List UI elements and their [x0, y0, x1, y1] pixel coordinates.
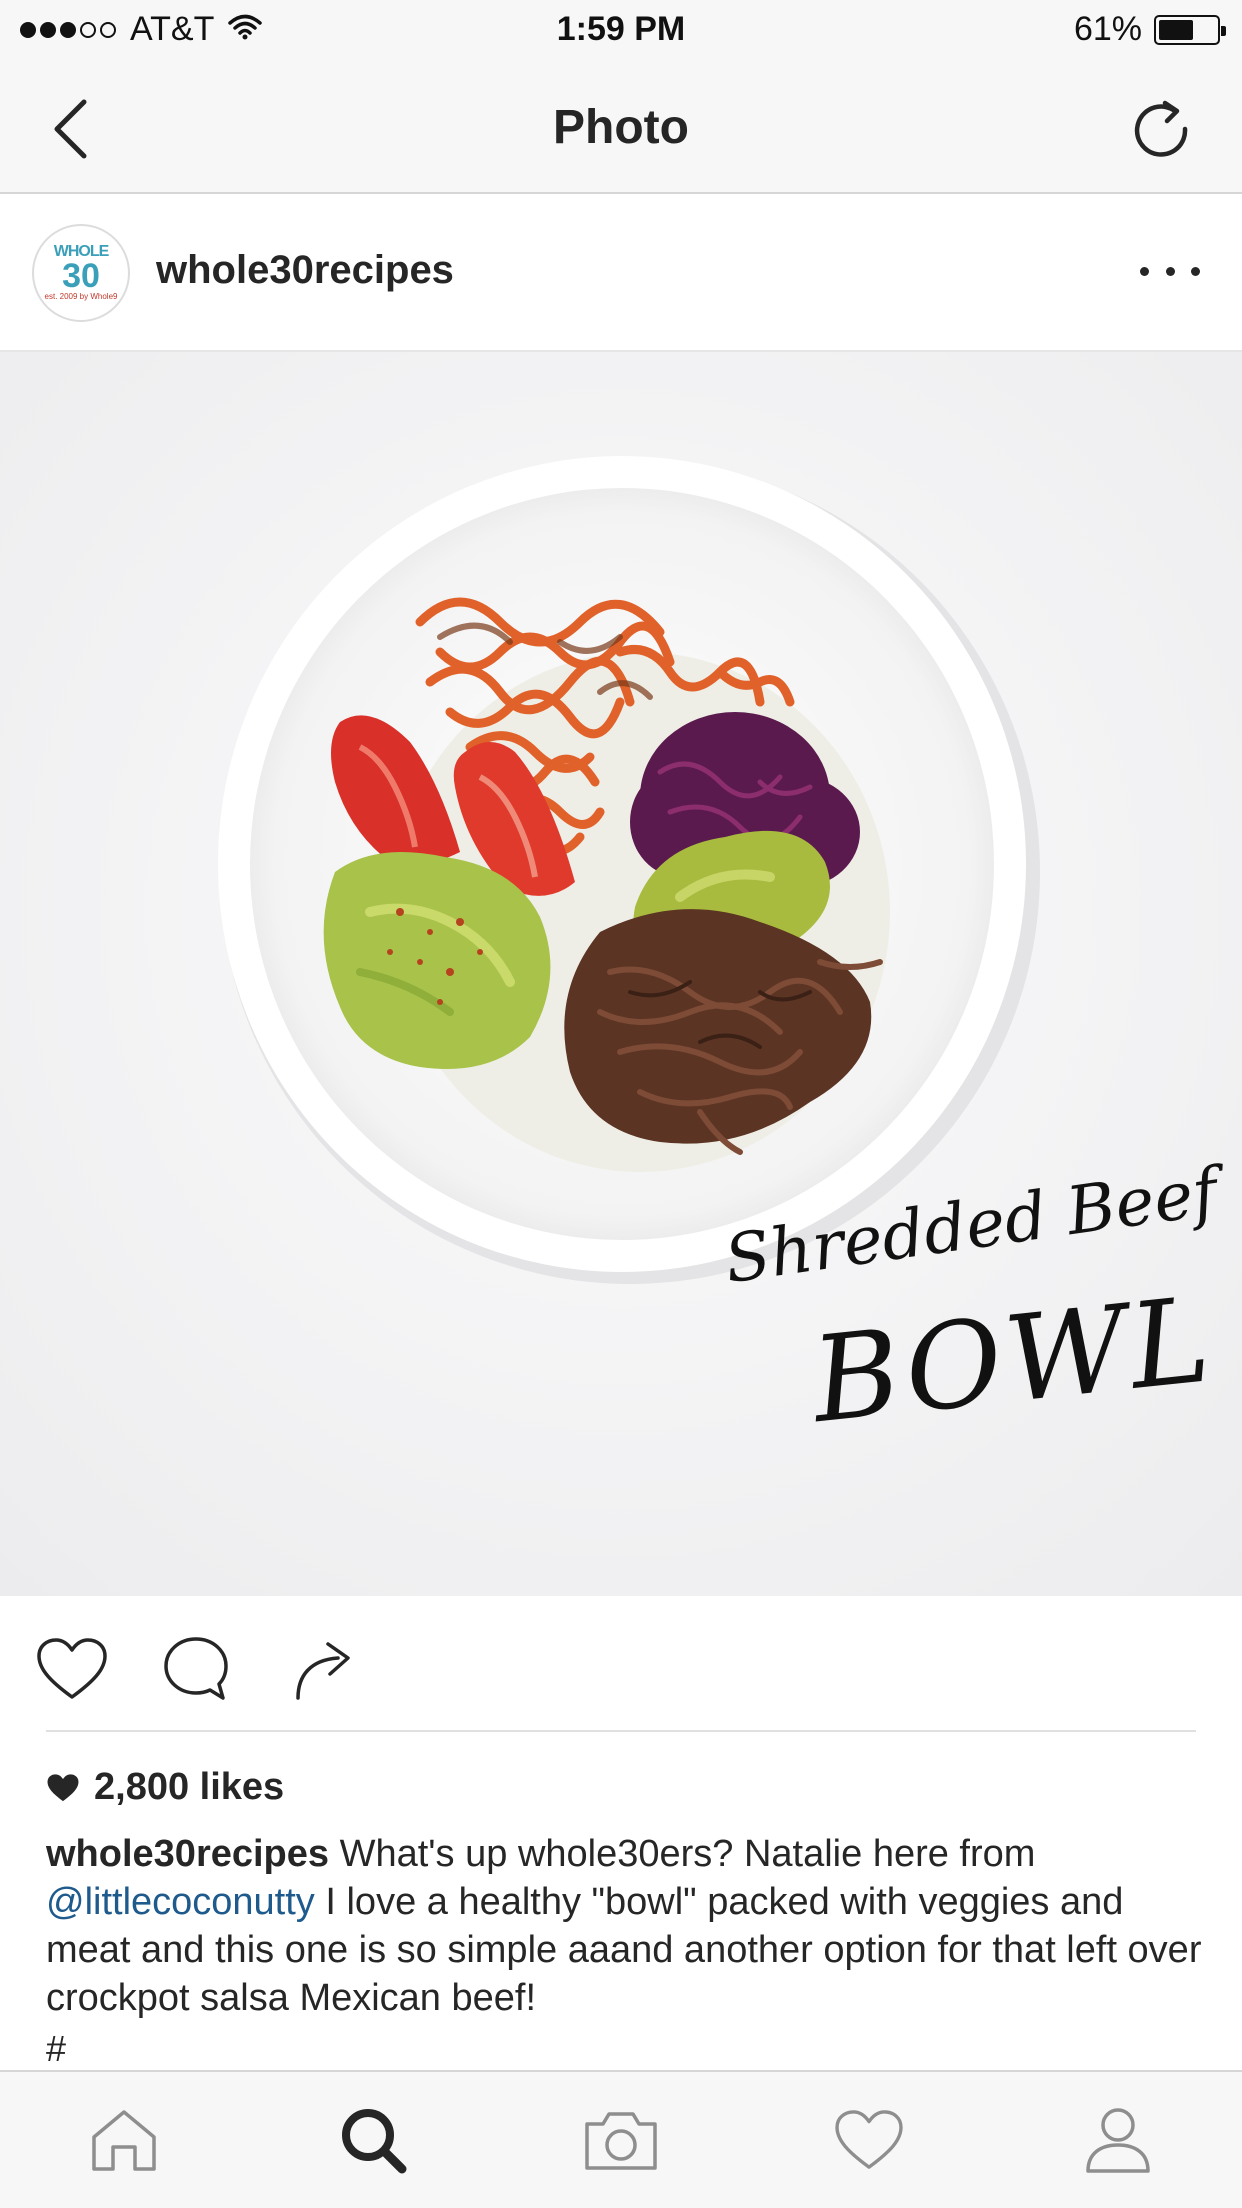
- battery-icon: [1154, 14, 1226, 45]
- comment-button[interactable]: [156, 1632, 236, 1706]
- caption-hashtag[interactable]: #: [46, 2028, 66, 2070]
- actions-divider: [46, 1730, 1196, 1732]
- battery-status: 61%: [1073, 10, 1226, 49]
- tab-profile[interactable]: [994, 2072, 1242, 2208]
- navigation-bar: Photo: [0, 62, 1242, 194]
- post-header: WHOLE 30 est. 2009 by Whole9 whole30reci…: [0, 194, 1242, 352]
- tab-home[interactable]: [0, 2072, 248, 2208]
- post-photo[interactable]: Shredded Beef BOWL: [0, 352, 1242, 1596]
- likes-count[interactable]: 2,800 likes: [46, 1766, 284, 1809]
- tab-camera[interactable]: [497, 2072, 745, 2208]
- post-username[interactable]: whole30recipes: [156, 248, 454, 293]
- caption-text-1: What's up whole30ers? Natalie here from: [339, 1833, 1036, 1875]
- home-icon: [92, 2110, 156, 2171]
- caption-username[interactable]: whole30recipes: [46, 1833, 329, 1875]
- share-icon: [296, 1642, 350, 1700]
- likes-label: 2,800 likes: [94, 1766, 285, 1808]
- search-icon: [341, 2109, 407, 2174]
- caption-mention[interactable]: @littlecoconutty: [46, 1881, 315, 1923]
- avatar-logo-number: 30: [62, 257, 100, 295]
- more-icon: [1140, 266, 1149, 276]
- status-bar: AT&T 1:59 PM 61%: [0, 0, 1242, 62]
- profile-icon: [1086, 2108, 1150, 2173]
- more-options-button[interactable]: [1140, 256, 1200, 286]
- tab-activity[interactable]: [745, 2072, 993, 2208]
- comment-icon: [164, 1637, 228, 1700]
- camera-icon: [585, 2112, 657, 2170]
- refresh-icon: [1134, 100, 1188, 157]
- heart-icon: [835, 2110, 904, 2169]
- photo-overlay-text: Shredded Beef BOWL: [720, 1153, 1222, 1452]
- post-actions: [0, 1596, 1242, 1732]
- like-button[interactable]: [32, 1632, 112, 1706]
- post-caption: whole30recipes What's up whole30ers? Nat…: [46, 1830, 1206, 2022]
- refresh-button[interactable]: [1126, 94, 1196, 164]
- small-heart-icon: [47, 1773, 79, 1801]
- page-title: Photo: [553, 101, 689, 154]
- heart-icon: [37, 1638, 107, 1699]
- tab-bar: [0, 2070, 1242, 2208]
- avatar-logo-subtext: est. 2009 by Whole9: [44, 292, 118, 301]
- tab-search[interactable]: [248, 2072, 496, 2208]
- status-time: 1:59 PM: [556, 10, 686, 48]
- avatar[interactable]: WHOLE 30 est. 2009 by Whole9: [32, 224, 130, 322]
- share-button[interactable]: [284, 1632, 364, 1706]
- battery-percent: 61%: [1073, 10, 1142, 48]
